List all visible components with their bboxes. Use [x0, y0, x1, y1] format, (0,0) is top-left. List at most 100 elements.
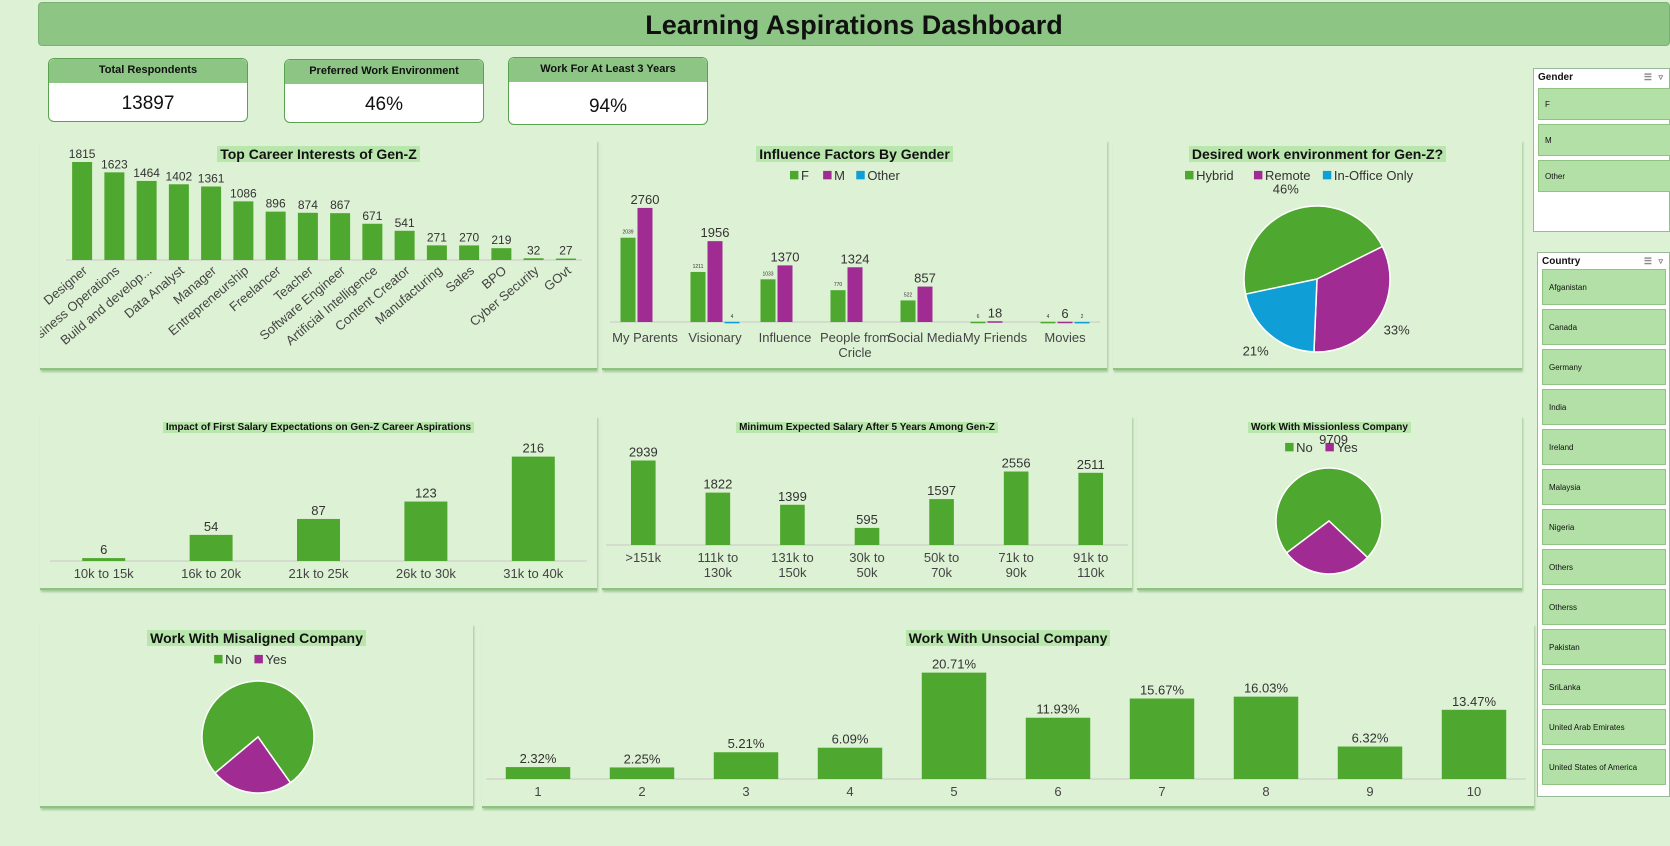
- tick-label: 7: [1158, 784, 1165, 799]
- filter-icon[interactable]: ☰ ▿: [1644, 72, 1665, 83]
- slicer-item-united-states-of-america[interactable]: United States of America: [1542, 749, 1666, 785]
- bar: [362, 223, 383, 260]
- tick-label: 91k to: [1073, 550, 1108, 565]
- min-salary-chart: 2939 >151k 1822 111k to130k 1399 131k to150k 5…: [606, 445, 1128, 580]
- tick-label: >151k: [625, 550, 661, 565]
- bar: [705, 492, 731, 545]
- data-label: 54: [204, 519, 218, 534]
- slicer-item-m[interactable]: M: [1538, 124, 1670, 156]
- gender-slicer-title: Gender: [1538, 72, 1574, 83]
- tick-label: 26k to 30k: [396, 566, 456, 581]
- slicer-item-other[interactable]: Other: [1538, 160, 1670, 192]
- bar: [511, 456, 555, 561]
- legend-label: F: [801, 168, 809, 183]
- missionless-title: Work With Missionless Company: [1248, 422, 1411, 433]
- misaligned-panel: Work With Misaligned Company NoYes102403…: [40, 624, 473, 839]
- tick-label: Cricle: [838, 345, 871, 360]
- slicer-item-india[interactable]: India: [1542, 389, 1666, 425]
- data-label: 6.09%: [832, 732, 869, 747]
- bar: [201, 186, 222, 260]
- kpi-work-3-years-value: 94%: [588, 96, 628, 117]
- bar: [426, 245, 447, 260]
- bar: [620, 237, 636, 322]
- first-salary-panel: Impact of First Salary Expectations on G…: [40, 416, 597, 590]
- data-label: 2556: [1002, 456, 1031, 471]
- data-label: 46%: [1273, 181, 1299, 196]
- kpi-work-3-years-label: Work For At Least 3 Years: [509, 58, 707, 82]
- legend-label: Hybrid: [1196, 168, 1234, 183]
- influence-factors-panel: Influence Factors By Gender F M Other 2039 2…: [602, 140, 1107, 370]
- work-environment-chart: Hybrid Remote In-Office Only46%33%21%: [1185, 168, 1414, 359]
- slicer-item-ireland[interactable]: Ireland: [1542, 429, 1666, 465]
- bar: [637, 207, 653, 322]
- tick-label: 130k: [704, 565, 733, 580]
- slicer-item-otherss[interactable]: Otherss: [1542, 589, 1666, 625]
- bar: [297, 518, 340, 561]
- data-label: 13.47%: [1452, 694, 1497, 709]
- missionless-chart: NoYes97093710: [1275, 432, 1383, 609]
- data-label: 6.32%: [1352, 731, 1389, 746]
- influence-factors-title: Influence Factors By Gender: [756, 146, 953, 162]
- legend-label: M: [834, 168, 845, 183]
- slicer-item-others[interactable]: Others: [1542, 549, 1666, 585]
- data-label: 9709: [1319, 432, 1348, 447]
- bar: [777, 265, 793, 322]
- data-label: 1956: [701, 225, 730, 240]
- bar: [1040, 321, 1056, 324]
- data-label: 271: [427, 230, 447, 244]
- bar: [917, 286, 933, 322]
- legend-swatch: [1285, 442, 1294, 452]
- bar: [1074, 321, 1090, 324]
- data-label: 874: [298, 198, 318, 212]
- bar: [780, 504, 805, 545]
- tick-label: 3: [742, 784, 749, 799]
- data-label: 15.67%: [1140, 683, 1185, 698]
- legend-swatch: [214, 654, 223, 664]
- bar: [1078, 472, 1104, 545]
- country-slicer: Country ☰ ▿ Afganistan Canada Germany India I…: [1537, 252, 1670, 797]
- tick-label: 30k to: [849, 550, 884, 565]
- kpi-preferred-work-environment: Preferred Work Environment 46%: [284, 59, 484, 123]
- legend-label: No: [225, 652, 242, 667]
- slicer-item-pakistan[interactable]: Pakistan: [1542, 629, 1666, 665]
- tick-label: 31k to 40k: [503, 566, 563, 581]
- tick-label: 90k: [1006, 565, 1027, 580]
- legend-swatch: [1185, 170, 1194, 180]
- bar: [1233, 696, 1299, 779]
- data-label: 1399: [778, 489, 807, 504]
- bar: [707, 241, 723, 322]
- data-label: 2939: [629, 445, 658, 460]
- kpi-total-respondents-label: Total Respondents: [49, 59, 247, 83]
- min-salary-panel: Minimum Expected Salary After 5 Years Am…: [602, 416, 1132, 590]
- data-label: 867: [330, 198, 350, 212]
- data-label: 6: [977, 314, 980, 320]
- data-label: 270: [459, 230, 479, 244]
- legend-swatch: [1253, 170, 1263, 180]
- bar: [168, 184, 189, 260]
- data-label: 522: [904, 292, 913, 298]
- bar: [491, 248, 512, 260]
- slicer-item-united-arab-emirates[interactable]: United Arab Emirates: [1542, 709, 1666, 745]
- bar: [817, 747, 883, 779]
- tick-label: 10k to 15k: [74, 566, 134, 581]
- bar: [847, 267, 863, 322]
- bar: [724, 321, 740, 324]
- slicer-item-canada[interactable]: Canada: [1542, 309, 1666, 345]
- slicer-item-afganistan[interactable]: Afganistan: [1542, 269, 1666, 305]
- data-label: 27: [559, 244, 573, 258]
- bar: [609, 767, 675, 779]
- data-label: 4: [731, 314, 734, 320]
- slicer-item-germany[interactable]: Germany: [1542, 349, 1666, 385]
- data-label: 1597: [927, 483, 956, 498]
- data-label: 20.71%: [932, 657, 977, 672]
- bar: [1129, 698, 1195, 779]
- bar: [630, 460, 656, 545]
- bar: [404, 501, 448, 561]
- slicer-item-f[interactable]: F: [1538, 88, 1670, 120]
- slicer-item-malaysia[interactable]: Malaysia: [1542, 469, 1666, 505]
- data-label: 32: [527, 243, 541, 257]
- slicer-item-srilanka[interactable]: SriLanka: [1542, 669, 1666, 705]
- slicer-item-nigeria[interactable]: Nigeria: [1542, 509, 1666, 545]
- bar: [459, 245, 480, 260]
- filter-icon[interactable]: ☰ ▿: [1644, 256, 1665, 267]
